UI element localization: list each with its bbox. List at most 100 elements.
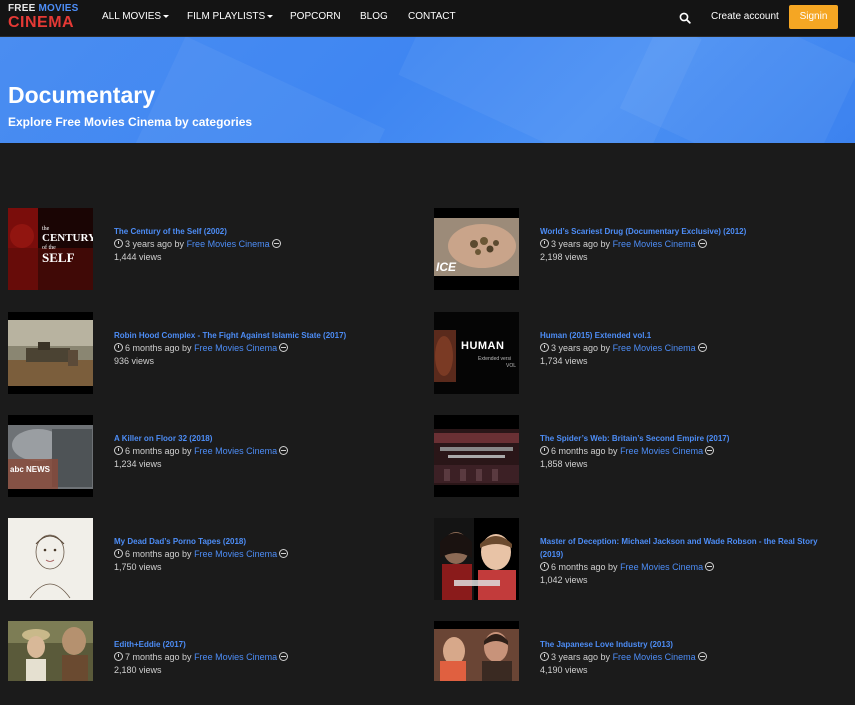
- nav-popcorn[interactable]: POPCORN: [290, 11, 341, 23]
- video-thumbnail[interactable]: [8, 621, 93, 681]
- clock-icon: [540, 652, 549, 661]
- author-link[interactable]: Free Movies Cinema: [194, 343, 277, 353]
- logo-free: FREE: [8, 3, 39, 14]
- video-title-link[interactable]: World’s Scariest Drug (Documentary Exclu…: [540, 225, 840, 238]
- verified-icon: [279, 343, 289, 352]
- list-item: My Dead Dad’s Porno Tapes (2018) 6 month…: [8, 518, 428, 602]
- view-count: 2,198 views: [540, 252, 588, 262]
- top-navbar: FREE MOVIES CINEMA ALL MOVIES FILM PLAYL…: [0, 0, 855, 37]
- video-title-link[interactable]: A Killer on Floor 32 (2018): [114, 432, 414, 445]
- list-item: Edith+Eddie (2017) 7 months ago by Free …: [8, 621, 428, 705]
- video-thumbnail[interactable]: [8, 518, 93, 600]
- view-count: 1,042 views: [540, 575, 588, 585]
- video-thumbnail[interactable]: ICE: [434, 208, 519, 290]
- posted-time: 7 months ago by: [125, 652, 192, 662]
- video-thumbnail[interactable]: HUMAN Extended versi VOL: [434, 312, 519, 394]
- search-icon[interactable]: [679, 12, 691, 24]
- video-title-link[interactable]: The Century of the Self (2002): [114, 225, 414, 238]
- clock-icon: [540, 562, 549, 571]
- verified-icon: [279, 549, 289, 558]
- thumbnail-image: [8, 518, 93, 600]
- author-link[interactable]: Free Movies Cinema: [620, 446, 703, 456]
- video-thumbnail[interactable]: [434, 621, 519, 681]
- thumbnail-image: [434, 415, 519, 497]
- clock-icon: [114, 446, 123, 455]
- nav-all-movies[interactable]: ALL MOVIES: [102, 11, 170, 23]
- clock-icon: [540, 239, 549, 248]
- posted-time: 3 years ago by: [551, 652, 611, 662]
- video-title-link[interactable]: Human (2015) Extended vol.1: [540, 329, 840, 342]
- list-item: The Spider’s Web: Britain’s Second Empir…: [434, 415, 854, 499]
- author-link[interactable]: Free Movies Cinema: [194, 652, 277, 662]
- list-item: the CENTURY of the SELF The Century of t…: [8, 208, 428, 292]
- view-count: 1,858 views: [540, 459, 588, 469]
- list-item: Master of Deception: Michael Jackson and…: [434, 518, 854, 602]
- posted-time: 6 months ago by: [125, 343, 192, 353]
- author-link[interactable]: Free Movies Cinema: [613, 652, 696, 662]
- posted-time: 3 years ago by: [551, 343, 611, 353]
- thumbnail-image: [434, 208, 519, 290]
- author-link[interactable]: Free Movies Cinema: [187, 239, 270, 249]
- thumbnail-image: [8, 415, 93, 497]
- thumbnail-image: [8, 312, 93, 394]
- thumb-text: Extended versi: [478, 356, 512, 362]
- author-link[interactable]: Free Movies Cinema: [613, 343, 696, 353]
- author-link[interactable]: Free Movies Cinema: [613, 239, 696, 249]
- nav-contact[interactable]: CONTACT: [408, 11, 456, 23]
- caret-down-icon: [163, 14, 170, 18]
- verified-icon: [271, 239, 281, 248]
- list-item: ICE World’s Scariest Drug (Documentary E…: [434, 208, 854, 292]
- posted-time: 6 months ago by: [551, 446, 618, 456]
- posted-time: 6 months ago by: [125, 549, 192, 559]
- vice-logo: ICE: [436, 260, 457, 274]
- posted-time: 3 years ago by: [551, 239, 611, 249]
- video-title-link[interactable]: My Dead Dad’s Porno Tapes (2018): [114, 535, 414, 548]
- category-hero-banner: Documentary Explore Free Movies Cinema b…: [0, 37, 855, 143]
- create-account-link[interactable]: Create account: [711, 11, 779, 23]
- video-title-link[interactable]: Robin Hood Complex - The Fight Against I…: [114, 329, 414, 342]
- nav-all-movies-label: ALL MOVIES: [102, 11, 162, 22]
- site-logo[interactable]: FREE MOVIES CINEMA: [8, 4, 82, 32]
- view-count: 1,234 views: [114, 459, 162, 469]
- video-title-link[interactable]: Edith+Eddie (2017): [114, 638, 414, 651]
- signin-button[interactable]: Signin: [789, 5, 838, 29]
- video-title-link[interactable]: The Spider’s Web: Britain’s Second Empir…: [540, 432, 840, 445]
- logo-movies: MOVIES: [38, 3, 79, 14]
- video-title-link[interactable]: Master of Deception: Michael Jackson and…: [540, 535, 840, 561]
- page-subtitle: Explore Free Movies Cinema by categories: [8, 115, 253, 129]
- author-link[interactable]: Free Movies Cinema: [194, 446, 277, 456]
- posted-time: 3 years ago by: [125, 239, 185, 249]
- thumb-text: SELF: [42, 250, 75, 265]
- video-thumbnail[interactable]: [434, 518, 519, 600]
- thumb-text: CENTURY: [42, 232, 93, 244]
- clock-icon: [114, 343, 123, 352]
- list-item: HUMAN Extended versi VOL Human (2015) Ex…: [434, 312, 854, 396]
- verified-icon: [705, 446, 715, 455]
- video-thumbnail[interactable]: [8, 312, 93, 394]
- video-thumbnail[interactable]: abc NEWS: [8, 415, 93, 497]
- view-count: 2,180 views: [114, 665, 162, 675]
- thumbnail-image: [434, 621, 519, 681]
- list-item: The Japanese Love Industry (2013) 3 year…: [434, 621, 854, 705]
- page-title: Documentary: [8, 82, 155, 108]
- author-link[interactable]: Free Movies Cinema: [620, 562, 703, 572]
- view-count: 4,190 views: [540, 665, 588, 675]
- view-count: 1,750 views: [114, 562, 162, 572]
- view-count: 1,444 views: [114, 252, 162, 262]
- author-link[interactable]: Free Movies Cinema: [194, 549, 277, 559]
- clock-icon: [114, 652, 123, 661]
- caret-down-icon: [267, 14, 274, 18]
- verified-icon: [697, 343, 707, 352]
- video-thumbnail[interactable]: the CENTURY of the SELF: [8, 208, 93, 290]
- video-thumbnail[interactable]: [434, 415, 519, 497]
- nav-blog[interactable]: BLOG: [360, 11, 388, 23]
- posted-time: 6 months ago by: [551, 562, 618, 572]
- view-count: 936 views: [114, 356, 155, 366]
- clock-icon: [540, 343, 549, 352]
- nav-film-playlists-label: FILM PLAYLISTS: [187, 11, 266, 22]
- video-title-link[interactable]: The Japanese Love Industry (2013): [540, 638, 840, 651]
- nav-film-playlists[interactable]: FILM PLAYLISTS: [187, 11, 274, 23]
- abc-news-logo: abc NEWS: [10, 465, 51, 474]
- verified-icon: [705, 562, 715, 571]
- thumbnail-image: [434, 518, 519, 600]
